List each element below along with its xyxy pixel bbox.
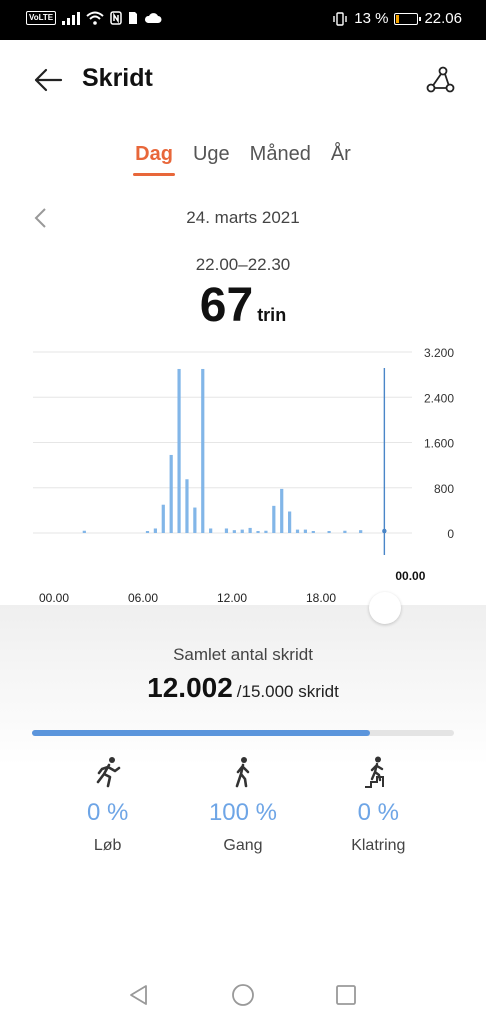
chart-bar[interactable] [327,531,331,533]
climbing-label: Klatring [351,837,406,854]
chart-bar[interactable] [288,511,292,533]
running-icon [96,757,120,788]
y-tick-label: 800 [434,482,454,496]
chart-bar[interactable] [240,529,244,533]
volte-icon: VoLTE [26,11,57,25]
chart-bar[interactable] [295,529,300,533]
chart-bar[interactable] [311,531,315,533]
walking-icon [235,757,250,788]
goal-progress-bar [32,730,454,736]
cloud-icon [145,13,162,23]
chart-bar[interactable] [272,505,276,533]
chart-bar[interactable] [145,531,150,533]
status-right: 13 % 22.06 [332,10,462,27]
x-tick-label: 06.00 [128,591,158,605]
total-steps: 12.002/15.000 skridt [0,672,486,704]
y-tick-label: 0 [447,527,454,541]
total-label: Samlet antal skridt [173,645,313,664]
selected-range: 22.00–22.30 [195,255,291,274]
running-label: Løb [93,837,122,854]
chart-bar[interactable] [209,528,213,533]
signal-icon [62,11,81,25]
tab-aar[interactable]: År [329,140,353,176]
chart-bar[interactable] [303,529,308,533]
chart-bar[interactable] [177,368,181,533]
chart-bar[interactable] [256,531,260,533]
tab-uge[interactable]: Uge [191,140,232,176]
chart-bar[interactable] [185,479,189,533]
running-percent: 0 % [86,799,129,826]
battery-icon [394,12,422,25]
chart-bar[interactable] [232,530,236,533]
activity-walking: 100 % Gang [193,755,293,855]
chart-bar[interactable] [153,528,157,533]
total-steps-value: 12.002 [147,672,233,703]
x-tick-label: 12.00 [217,591,247,605]
status-bar: VoLTE 13 % 22.06 [0,0,486,40]
chart-bar[interactable] [264,530,268,533]
activity-breakdown: 0 % Løb 100 % Gang 0 % Klatring [0,755,486,855]
activity-climbing: 0 % Klatring [328,755,428,855]
climbing-percent: 0 % [357,799,399,826]
app-header: Skridt [0,40,486,120]
period-tabs: Dag Uge Måned År [0,140,486,180]
tab-maaned[interactable]: Måned [248,140,313,176]
home-circle-icon[interactable] [230,982,256,1008]
date-label: 24. marts 2021 [186,208,300,227]
sim-icon [129,12,138,24]
clock: 22.06 [424,10,462,27]
arrow-left-icon[interactable] [30,62,66,98]
climbing-icon [365,756,385,788]
chart-bar[interactable] [169,454,173,533]
steps-chart[interactable]: 3.200 2.400 1.600 800 0 00.00 06.00 12.00 18.00 0… [0,340,486,610]
selected-steps-unit: trin [257,305,287,325]
nfc-icon [110,11,122,25]
battery-fill [396,14,400,23]
x-tick-label-selected: 00.00 [395,569,425,583]
x-tick-label: 00.00 [39,591,69,605]
walking-percent: 100 % [208,799,278,826]
steps-goal: /15.000 skridt [236,682,339,701]
tab-dag[interactable]: Dag [133,140,175,176]
chart-bar[interactable] [82,530,86,533]
selection-dot [382,528,387,534]
back-triangle-icon[interactable] [126,982,152,1008]
chart-bar[interactable] [359,530,363,533]
selected-steps: 67 trin [0,278,486,333]
chart-bar[interactable] [161,504,165,533]
vibrate-icon [333,11,347,26]
goal-progress-fill [32,730,370,736]
recents-square-icon[interactable] [333,982,359,1008]
y-tick-label: 2.400 [424,391,454,405]
wifi-icon [86,11,104,25]
status-left: VoLTE [26,11,162,25]
chart-bar[interactable] [193,507,197,533]
y-tick-label: 1.600 [424,437,454,451]
share-icon[interactable] [422,62,458,98]
chart-bar[interactable] [343,530,347,533]
chart-bar[interactable] [224,528,229,533]
selected-steps-value: 67 [199,279,254,332]
chart-bar[interactable] [248,527,252,533]
walking-label: Gang [223,837,263,854]
chart-bar[interactable] [201,368,205,533]
chart-bar[interactable] [280,488,284,533]
page-title: Skridt [82,64,153,92]
system-nav-bar [0,968,486,1024]
chart-scrubber-handle[interactable] [369,592,401,624]
y-tick-label: 3.200 [424,346,454,360]
battery-percent: 13 % [354,10,389,27]
activity-running: 0 % Løb [58,755,158,855]
x-tick-label: 18.00 [306,591,336,605]
